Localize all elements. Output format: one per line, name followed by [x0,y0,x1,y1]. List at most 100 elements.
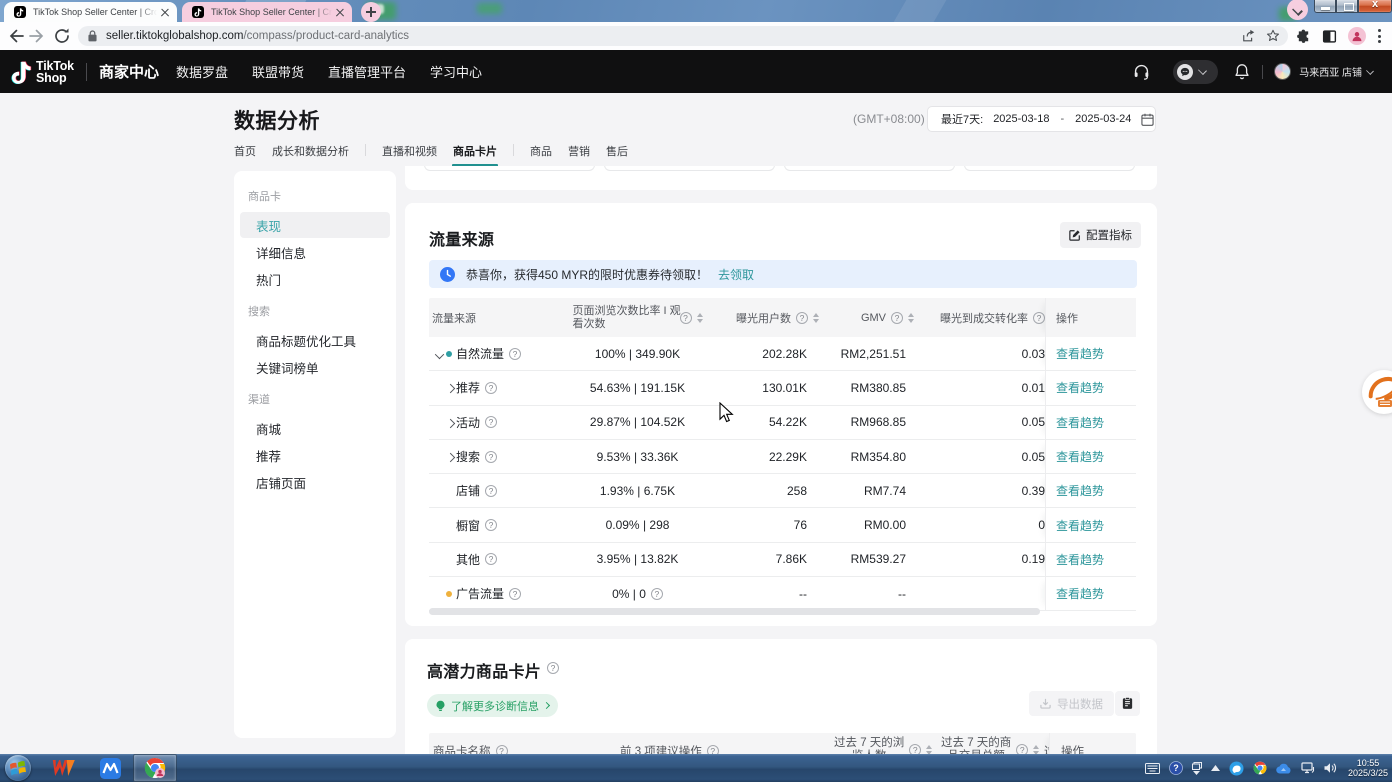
window-maximize-button[interactable] [1336,0,1358,13]
show-hidden-icons[interactable] [1211,765,1220,771]
volume-tray-icon[interactable] [1324,762,1337,774]
window-restore-tray-icon[interactable] [1192,762,1202,775]
sort-icons[interactable] [697,313,703,323]
chevron-down-icon[interactable] [1366,67,1374,75]
start-button[interactable] [5,755,31,781]
table-row-organic: 自然流量? 100% | 349.90K 202.28K RM2,251.51 … [429,337,1136,371]
tab-growth-analytics[interactable]: 成长和数据分析 [272,143,349,167]
store-name[interactable]: 马来西亚 店铺 [1299,64,1362,79]
view-trend-link[interactable]: 查看趋势 [1056,482,1104,499]
taskbar-chrome-icon[interactable] [133,754,177,782]
address-bar[interactable]: seller.tiktokglobalshop.com/compass/prod… [78,26,1288,46]
view-trend-link[interactable]: 查看趋势 [1056,448,1104,465]
view-trend-link[interactable]: 查看趋势 [1056,551,1104,568]
nav-data-compass[interactable]: 数据罗盘 [176,62,228,81]
expand-icon[interactable] [446,453,455,462]
floating-service-widget[interactable] [1362,370,1392,414]
sidebar-item-recommend[interactable]: 推荐 [240,442,390,468]
view-trend-link[interactable]: 查看趋势 [1056,517,1104,534]
sort-icons[interactable] [813,313,819,323]
claim-coupon-link[interactable]: 去领取 [718,266,754,283]
tab-close-icon[interactable] [159,6,171,18]
taskbar-wps-icon[interactable] [42,754,86,782]
browser-profile-avatar[interactable] [1348,27,1366,45]
input-keyboard-icon[interactable] [1145,763,1160,774]
help-icon[interactable]: ? [485,416,497,428]
browser-tab-active[interactable]: TikTok Shop Seller Center | Cro [4,2,177,22]
sidebar-item-keyword-ranking[interactable]: 关键词榜单 [240,354,390,380]
tab-marketing[interactable]: 营销 [568,143,590,167]
view-trend-link[interactable]: 查看趋势 [1056,379,1104,396]
network-tray-icon[interactable] [1301,762,1315,774]
forward-icon[interactable] [29,27,47,45]
nav-live-management[interactable]: 直播管理平台 [328,62,406,81]
export-data-button[interactable]: 导出数据 [1029,691,1114,716]
sidebar-item-details[interactable]: 详细信息 [240,239,390,265]
sort-down-icon [908,319,914,323]
nav-affiliate[interactable]: 联盟带货 [252,62,304,81]
help-tray-icon[interactable]: ? [1169,761,1183,775]
tab-search-button[interactable] [1287,0,1308,20]
help-icon[interactable]: ? [651,588,663,600]
nav-seller-center[interactable]: 商家中心 [99,61,159,82]
side-panel-icon[interactable] [1322,29,1337,44]
column-settings-button[interactable] [1115,691,1140,716]
sidebar-item-mall[interactable]: 商城 [240,415,390,441]
back-icon[interactable] [6,27,24,45]
help-icon[interactable]: ? [1033,312,1045,324]
help-icon[interactable]: ? [485,451,497,463]
nav-learning-center[interactable]: 学习中心 [430,62,482,81]
share-icon[interactable] [1242,29,1256,43]
collapse-icon[interactable] [435,349,444,358]
help-icon[interactable]: ? [509,588,521,600]
browser-tab-inactive[interactable]: TikTok Shop Seller Center | Cro [182,2,352,22]
person-glyph [1351,30,1363,42]
help-icon[interactable]: ? [680,312,692,324]
tiktok-shop-logo[interactable]: TikTokShop [11,60,74,84]
reload-icon[interactable] [53,27,71,45]
window-close-button[interactable] [1358,0,1392,13]
tab-aftersale[interactable]: 售后 [606,143,628,167]
help-icon[interactable]: ? [485,382,497,394]
tab-close-icon[interactable] [334,6,346,18]
taskbar-clock[interactable]: 10:55 2025/3/25 [1348,758,1388,779]
help-icon[interactable]: ? [509,348,521,360]
cloud-tray-icon[interactable] [1276,763,1292,774]
help-icon[interactable]: ? [485,553,497,565]
diagnosis-info-pill[interactable]: 了解更多诊断信息 [427,694,558,717]
help-icon[interactable]: ? [485,519,497,531]
sort-icons[interactable] [908,313,914,323]
expand-icon[interactable] [446,384,455,393]
view-trend-link[interactable]: 查看趋势 [1056,585,1104,602]
sidebar-item-performance[interactable]: 表现 [240,212,390,238]
help-icon[interactable]: ? [547,662,559,674]
browser-menu-icon[interactable] [1377,28,1381,44]
tab-product-card[interactable]: 商品卡片 [453,143,497,167]
sidebar-item-title-optimizer[interactable]: 商品标题优化工具 [240,327,390,353]
sidebar-item-trending[interactable]: 热门 [240,266,390,292]
help-icon[interactable]: ? [891,312,903,324]
tab-home[interactable]: 首页 [234,143,256,167]
window-minimize-button[interactable] [1314,0,1336,13]
view-trend-link[interactable]: 查看趋势 [1056,345,1104,362]
new-tab-button[interactable] [361,2,381,22]
sidebar-item-shop-page[interactable]: 店铺页面 [240,469,390,495]
help-icon[interactable]: ? [485,485,497,497]
expand-icon[interactable] [446,418,455,427]
cell-conversion-rate: 0.19 [920,552,1045,566]
taskbar-app-icon[interactable] [88,754,132,782]
notifications-bell-icon[interactable] [1234,63,1250,80]
messenger-tray-icon[interactable] [1229,761,1244,776]
date-range-picker[interactable]: 最近7天: 2025-03-18 - 2025-03-24 [927,106,1156,132]
configure-metrics-button[interactable]: 配置指标 [1060,222,1141,248]
tab-product[interactable]: 商品 [530,143,552,167]
headset-icon[interactable] [1133,63,1150,80]
extensions-puzzle-icon[interactable] [1296,29,1311,44]
help-icon[interactable]: ? [796,312,808,324]
bookmark-star-icon[interactable] [1266,29,1280,43]
view-trend-link[interactable]: 查看趋势 [1056,414,1104,431]
tab-live-video[interactable]: 直播和视频 [382,143,437,167]
messages-pill[interactable] [1173,60,1218,84]
horizontal-scrollbar[interactable] [429,608,1040,615]
chrome-tray-icon[interactable] [1253,761,1267,775]
